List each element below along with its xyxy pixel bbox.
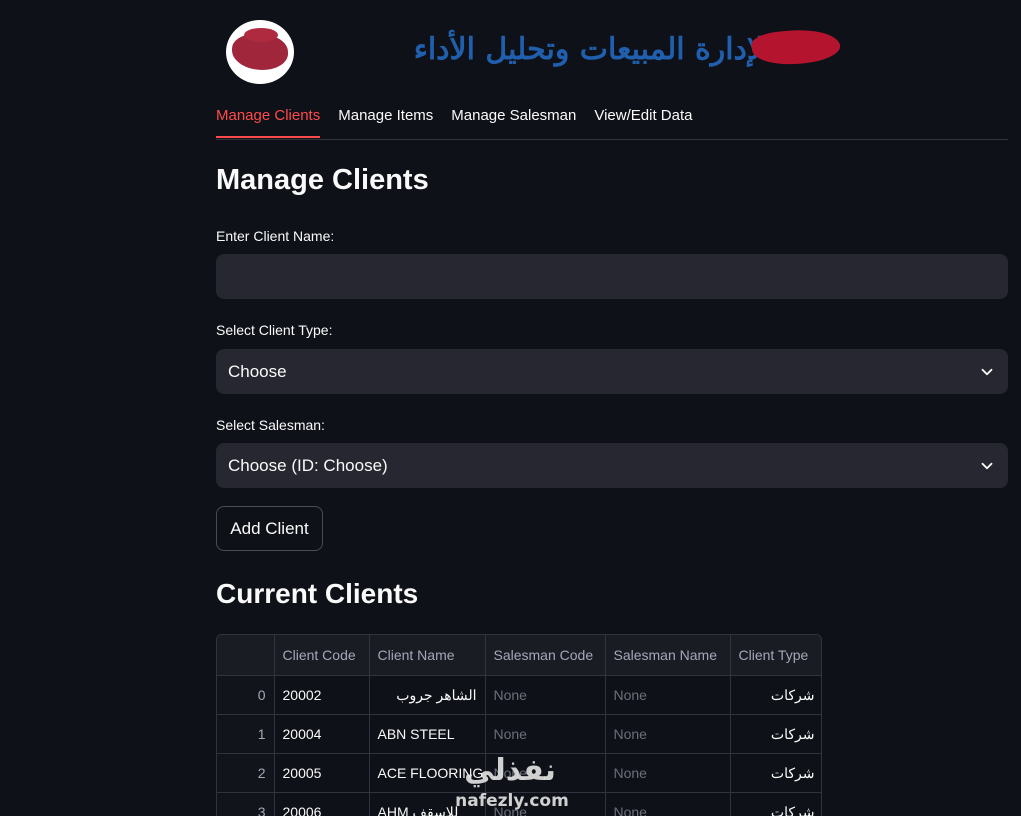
tab-manage-items[interactable]: Manage Items (338, 96, 433, 138)
tab-manage-clients[interactable]: Manage Clients (216, 96, 321, 138)
cell-salesman-name[interactable]: None (605, 675, 731, 715)
cell-client-name[interactable]: الشاهر جروب (369, 675, 486, 715)
column-header-salesman-code[interactable]: Salesman Code (485, 635, 606, 676)
table-row[interactable]: 1 20004 ABN STEEL None None شركات (217, 714, 821, 754)
row-index: 0 (217, 675, 275, 715)
column-header-index[interactable] (217, 635, 275, 676)
cell-salesman-name[interactable]: None (605, 753, 731, 793)
cell-salesman-code[interactable]: None (485, 714, 606, 754)
client-type-label: Select Client Type: (216, 322, 333, 338)
cell-salesman-name[interactable]: None (605, 792, 731, 816)
salesman-label: Select Salesman: (216, 417, 325, 433)
column-header-client-name[interactable]: Client Name (369, 635, 486, 676)
cell-client-type[interactable]: شركات (730, 753, 821, 793)
cell-client-name[interactable]: ABN STEEL (369, 714, 486, 754)
cell-client-type[interactable]: شركات (730, 714, 821, 754)
cell-client-type[interactable]: شركات (730, 675, 821, 715)
table-row[interactable]: 0 20002 الشاهر جروب None None شركات (217, 675, 821, 715)
clients-table[interactable]: Client Code Client Name Salesman Code Sa… (216, 634, 822, 816)
cell-salesman-code[interactable]: None (485, 753, 606, 793)
cell-client-code[interactable]: 20002 (274, 675, 370, 715)
cell-client-name[interactable]: AHM للاسقف (369, 792, 486, 816)
redacted-mark (750, 25, 842, 69)
cell-client-code[interactable]: 20006 (274, 792, 370, 816)
tab-manage-salesman[interactable]: Manage Salesman (451, 96, 576, 138)
logo-shape-top (244, 28, 278, 42)
column-header-salesman-name[interactable]: Salesman Name (605, 635, 731, 676)
salesman-select[interactable]: Choose (ID: Choose) (216, 443, 1008, 488)
app-title: لإدارة المبيعات وتحليل الأداء (413, 32, 764, 67)
cell-salesman-code[interactable]: None (485, 792, 606, 816)
table-row[interactable]: 3 20006 AHM للاسقف None None شركات (217, 792, 821, 816)
cell-client-code[interactable]: 20005 (274, 753, 370, 793)
cell-client-type[interactable]: شركات (730, 792, 821, 816)
add-client-button[interactable]: Add Client (216, 506, 323, 551)
client-name-label: Enter Client Name: (216, 228, 335, 244)
client-name-input[interactable] (216, 254, 1008, 299)
client-type-select[interactable]: Choose (216, 349, 1008, 394)
chevron-down-icon (981, 462, 993, 469)
tab-bar: Manage Clients Manage Items Manage Sales… (216, 96, 1008, 140)
table-row[interactable]: 2 20005 ACE FLOORING None None شركات (217, 753, 821, 793)
row-index: 3 (217, 792, 275, 816)
cell-salesman-code[interactable]: None (485, 675, 606, 715)
page-title: Manage Clients (216, 164, 429, 196)
row-index: 2 (217, 753, 275, 793)
company-logo (226, 20, 294, 84)
client-type-value: Choose (228, 361, 287, 381)
tab-view-edit-data[interactable]: View/Edit Data (594, 96, 692, 138)
salesman-value: Choose (ID: Choose) (228, 455, 388, 475)
column-header-client-type[interactable]: Client Type (730, 635, 821, 676)
column-header-client-code[interactable]: Client Code (274, 635, 370, 676)
cell-client-code[interactable]: 20004 (274, 714, 370, 754)
row-index: 1 (217, 714, 275, 754)
table-header-row: Client Code Client Name Salesman Code Sa… (217, 635, 821, 676)
cell-salesman-name[interactable]: None (605, 714, 731, 754)
cell-client-name[interactable]: ACE FLOORING (369, 753, 486, 793)
app-header: لإدارة المبيعات وتحليل الأداء (226, 20, 866, 84)
chevron-down-icon (981, 368, 993, 375)
app-page: لإدارة المبيعات وتحليل الأداء Manage Cli… (0, 0, 1021, 816)
current-clients-title: Current Clients (216, 578, 419, 609)
